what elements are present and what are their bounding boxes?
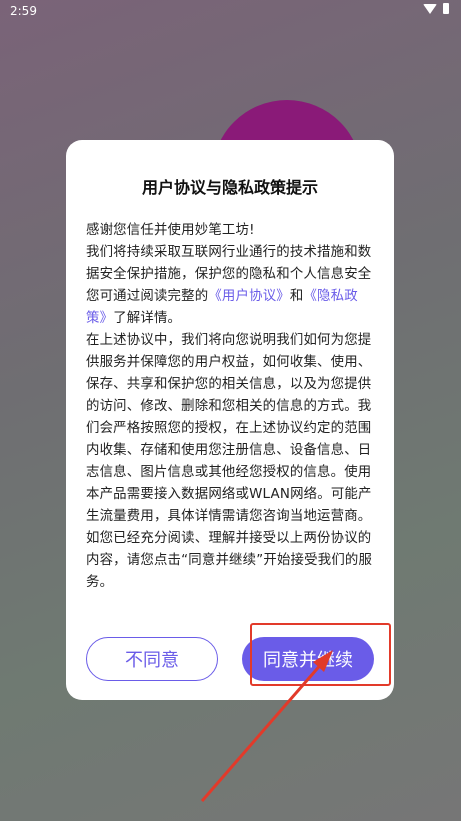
arrow-line bbox=[200, 661, 325, 802]
annotation-arrow bbox=[200, 650, 333, 802]
